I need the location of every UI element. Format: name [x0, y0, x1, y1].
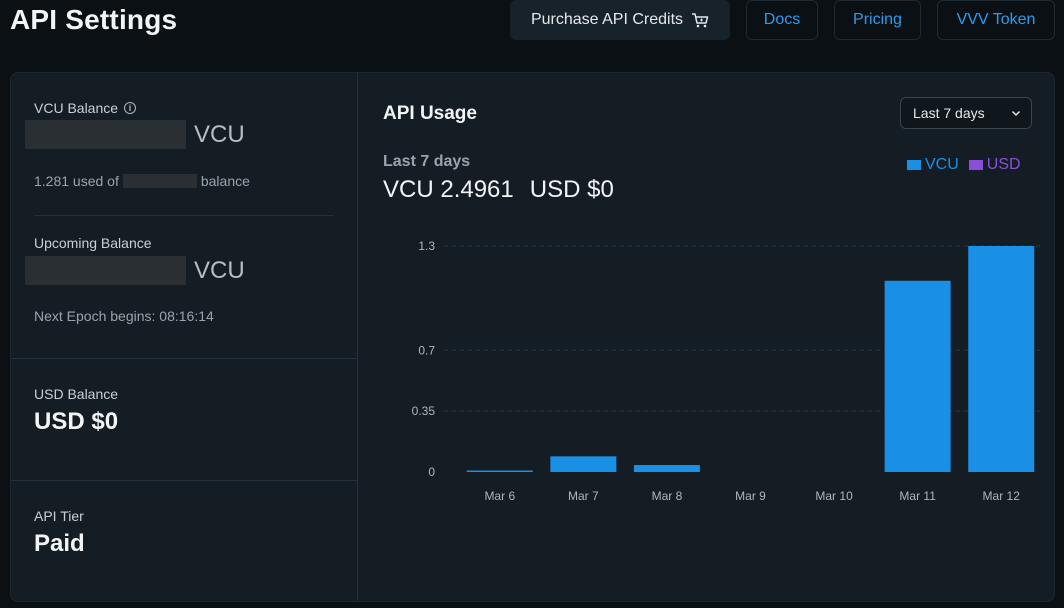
- redacted-value: [122, 174, 197, 188]
- y-tick-label: 0.35: [412, 404, 436, 418]
- cart-icon: [692, 13, 709, 28]
- y-tick-label: 0.7: [418, 343, 435, 357]
- vcu-balance-label: VCU Balance: [34, 100, 119, 116]
- x-tick-label: Mar 9: [735, 489, 766, 503]
- next-epoch: Next Epoch begins: 08:16:14: [34, 308, 214, 324]
- vvv-token-button[interactable]: VVV Token: [937, 0, 1055, 40]
- x-tick-label: Mar 12: [983, 489, 1021, 503]
- api-tier-value: Paid: [34, 530, 85, 557]
- divider: [11, 358, 358, 359]
- x-tick-label: Mar 11: [899, 489, 936, 503]
- upcoming-balance-value: VCU: [25, 256, 245, 285]
- usage-chart: 0 0.35 0.7 1.3 Mar 6 Mar 7 Mar 8 Mar 9 Mar 10 Mar…: [412, 239, 1042, 503]
- bar-vcu: [633, 465, 700, 472]
- api-tier-label: API Tier: [34, 508, 84, 524]
- usd-balance-label: USD Balance: [34, 386, 119, 402]
- usage-panel: API Usage Last 7 days Last 7 days VCU 2.…: [359, 73, 1054, 601]
- redacted-value: [25, 256, 186, 285]
- vcu-used-line: 1.281 used of balance: [34, 173, 250, 189]
- divider: [34, 215, 334, 216]
- used-suffix: balance: [200, 173, 250, 189]
- docs-button[interactable]: Docs: [746, 0, 818, 40]
- y-tick-label: 0: [428, 465, 435, 479]
- bar-vcu: [466, 470, 533, 472]
- balance-panel: VCU Balance i VCU 1.281 used of balance …: [11, 73, 358, 601]
- bar-vcu: [550, 456, 617, 472]
- upcoming-unit: VCU: [194, 256, 245, 284]
- purchase-api-credits-button[interactable]: Purchase API Credits: [510, 0, 730, 40]
- usd-balance-value: USD $0: [34, 408, 119, 435]
- vcu-unit: VCU: [194, 120, 245, 148]
- purchase-label: Purchase API Credits: [530, 11, 684, 28]
- page-title: API Settings: [10, 4, 178, 35]
- bar-vcu: [968, 246, 1035, 472]
- bar-vcu: [884, 280, 951, 472]
- y-tick-label: 1.3: [418, 239, 435, 253]
- top-bar: API Settings Purchase API Credits Docs P…: [0, 0, 1064, 44]
- x-tick-label: Mar 10: [815, 489, 853, 503]
- redacted-value: [25, 120, 186, 149]
- x-tick-label: Mar 6: [484, 489, 515, 503]
- upcoming-balance-label: Upcoming Balance: [34, 235, 152, 251]
- used-prefix: 1.281 used of: [34, 173, 119, 189]
- x-tick-label: Mar 8: [652, 489, 683, 503]
- vcu-balance-value: VCU: [25, 120, 245, 149]
- x-tick-label: Mar 7: [568, 489, 599, 503]
- vcu-balance-header: VCU Balance i: [34, 100, 137, 116]
- divider: [11, 480, 358, 481]
- api-settings-card: VCU Balance i VCU 1.281 used of balance …: [10, 72, 1055, 602]
- pricing-button[interactable]: Pricing: [834, 0, 921, 40]
- info-icon[interactable]: i: [124, 102, 137, 114]
